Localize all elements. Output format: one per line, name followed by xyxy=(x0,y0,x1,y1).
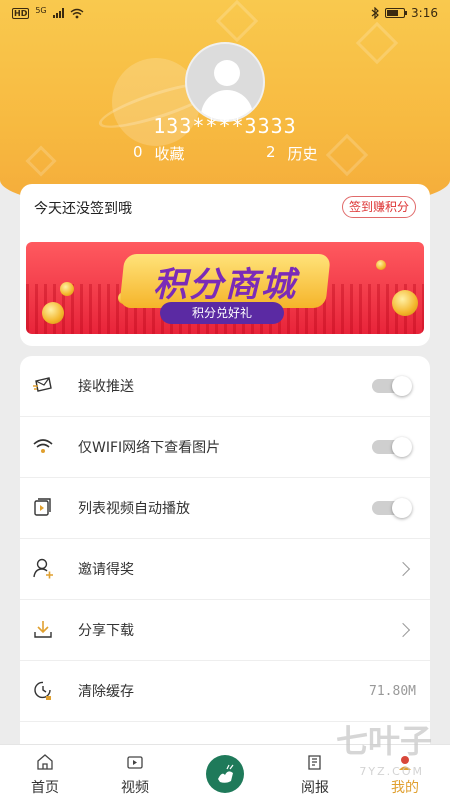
signin-status-text: 今天还没签到哦 xyxy=(34,201,132,217)
setting-label: 清除缓存 xyxy=(78,684,134,700)
signin-button[interactable]: 签到赚积分 xyxy=(341,196,416,218)
setting-wifi-images[interactable]: 仅WIFI网络下查看图片 xyxy=(20,417,430,478)
tab-video[interactable]: 视频 xyxy=(90,745,180,800)
hd-indicator: HD xyxy=(12,7,30,19)
chevron-right-icon xyxy=(395,622,411,638)
watermark-logo: 七叶子 xyxy=(335,722,432,760)
watermark-url: 7YZ.COM xyxy=(359,765,424,778)
video-play-icon xyxy=(34,498,51,516)
settings-list: 接收推送 仅WIFI网络下查看图片 列表视频自动播放 邀请得奖 分享下载 清除缓… xyxy=(20,356,430,756)
wifi-status-icon xyxy=(70,8,84,18)
tab-label: 首页 xyxy=(31,780,59,796)
wifi-icon xyxy=(33,439,53,453)
setting-label: 分享下载 xyxy=(78,623,134,639)
setting-label: 接收推送 xyxy=(78,379,134,395)
push-toggle[interactable] xyxy=(372,376,412,396)
diamond-decoration xyxy=(325,133,369,177)
wifi-images-toggle[interactable] xyxy=(372,437,412,457)
diamond-decoration xyxy=(25,145,57,177)
banner-title: 积分商城 xyxy=(153,264,297,305)
tab-label: 我的 xyxy=(391,780,419,796)
history-label: 历史 xyxy=(287,145,318,163)
book-icon xyxy=(308,755,321,770)
user-phone: 133****3333 xyxy=(153,114,297,138)
coin-icon xyxy=(60,282,74,296)
signal-icon xyxy=(52,8,64,18)
coin-icon xyxy=(376,260,386,270)
status-bar: HD 5G 3:16 xyxy=(0,0,450,26)
envelope-icon xyxy=(33,377,52,392)
diamond-decoration xyxy=(355,21,399,65)
setting-push[interactable]: 接收推送 xyxy=(20,356,430,417)
history-count: 2 xyxy=(266,143,276,161)
history-stat[interactable]: 2 历史 xyxy=(266,143,318,164)
favorites-count: 0 xyxy=(133,143,143,161)
clock-icon xyxy=(34,681,51,700)
network-type: 5G xyxy=(35,5,47,15)
tab-label: 阅报 xyxy=(301,780,329,796)
setting-invite[interactable]: 邀请得奖 xyxy=(20,539,430,600)
setting-autoplay[interactable]: 列表视频自动播放 xyxy=(20,478,430,539)
banner-subtitle: 积分兑好礼 xyxy=(160,302,284,324)
download-icon xyxy=(34,621,52,638)
signin-card: 今天还没签到哦 签到赚积分 积分商城 积分兑好礼 xyxy=(20,184,430,346)
setting-label: 列表视频自动播放 xyxy=(78,501,190,517)
cache-size: 71.80M xyxy=(369,683,416,699)
setting-share[interactable]: 分享下载 xyxy=(20,600,430,661)
setting-clear-cache[interactable]: 清除缓存 71.80M xyxy=(20,661,430,722)
chevron-right-icon xyxy=(395,561,411,577)
invite-user-icon xyxy=(33,558,53,579)
setting-label: 仅WIFI网络下查看图片 xyxy=(78,440,221,456)
app-logo-icon[interactable] xyxy=(206,755,244,793)
points-mall-banner[interactable]: 积分商城 积分兑好礼 xyxy=(26,242,424,334)
favorites-label: 收藏 xyxy=(154,145,185,163)
battery-icon xyxy=(385,8,408,18)
tab-label: 视频 xyxy=(121,780,149,796)
bluetooth-icon xyxy=(371,7,379,19)
avatar[interactable] xyxy=(185,42,265,122)
tv-icon xyxy=(127,756,143,769)
autoplay-toggle[interactable] xyxy=(372,498,412,518)
favorites-stat[interactable]: 0 收藏 xyxy=(133,143,185,164)
coin-icon xyxy=(392,290,418,316)
home-icon xyxy=(37,754,53,770)
clock-time: 3:16 xyxy=(411,6,438,20)
setting-label: 邀请得奖 xyxy=(78,562,134,578)
coin-icon xyxy=(42,302,64,324)
tab-home[interactable]: 首页 xyxy=(0,745,90,800)
